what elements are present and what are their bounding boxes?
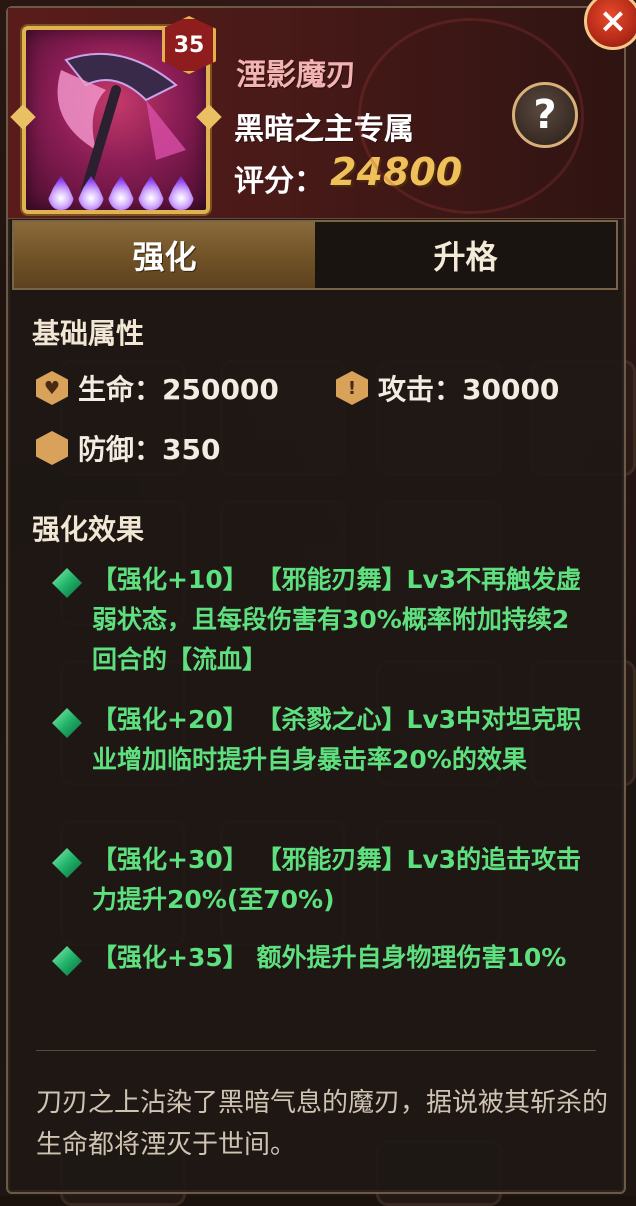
tab-enhance[interactable]: 强化	[14, 222, 315, 288]
item-exclusive-label: 黑暗之主专属	[234, 112, 414, 147]
divider	[36, 1050, 596, 1051]
effect-text: 【强化+10】 【邪能刃舞】Lv3不再触发虚弱状态，且每段伤害有30%概率附加持…	[92, 565, 582, 674]
score-label: 评分：	[234, 164, 324, 199]
tab-bar: 强化 升格	[12, 220, 618, 290]
base-attributes-title: 基础属性	[32, 317, 145, 350]
tab-upgrade[interactable]: 升格	[315, 222, 616, 288]
flame-star-icon	[168, 176, 194, 210]
shield-icon	[36, 431, 68, 465]
stat-attack-label: 攻击：30000	[378, 373, 560, 406]
help-button[interactable]: ?	[512, 82, 578, 148]
item-detail-panel: 35 湮影魔刃 黑暗之主专属 评分： 24800 ? 强化 升格 基础属性 ♥ …	[6, 6, 626, 1194]
enhance-effects-title: 强化效果	[32, 513, 145, 546]
green-gem-icon	[52, 568, 82, 598]
effect-text: 【强化+20】 【杀戮之心】Lv3中对坦克职业增加临时提升自身暴击率20%的效果	[92, 705, 582, 774]
flame-star-icon	[108, 176, 134, 210]
item-name: 湮影魔刃	[236, 58, 356, 93]
item-description: 刀刃之上沾染了黑暗气息的魔刃，据说被其斩杀的生命都将湮灭于世间。	[36, 1088, 609, 1160]
sword-icon: !	[336, 371, 368, 405]
score-value: 24800	[330, 150, 463, 194]
flame-star-icon	[78, 176, 104, 210]
green-gem-icon	[52, 946, 82, 976]
flame-star-icon	[48, 176, 74, 210]
item-header: 35 湮影魔刃 黑暗之主专属 评分： 24800 ?	[8, 8, 624, 219]
effect-text: 【强化+35】 额外提升自身物理伤害10%	[92, 943, 567, 972]
effect-item: 【强化+30】 【邪能刃舞】Lv3的追击攻击力提升20%(至70%)	[52, 844, 592, 920]
star-flames	[48, 176, 194, 210]
stat-hp-label: 生命：250000	[78, 373, 279, 406]
effect-item: 【强化+35】 额外提升自身物理伤害10%	[52, 942, 592, 978]
flame-star-icon	[138, 176, 164, 210]
stat-hp: ♥ 生命：250000	[36, 368, 279, 408]
green-gem-icon	[52, 708, 82, 738]
effect-item: 【强化+20】 【杀戮之心】Lv3中对坦克职业增加临时提升自身暴击率20%的效果	[52, 704, 592, 780]
stat-attack: ! 攻击：30000	[336, 368, 559, 408]
effect-item: 【强化+10】 【邪能刃舞】Lv3不再触发虚弱状态，且每段伤害有30%概率附加持…	[52, 564, 592, 680]
stat-defense-label: 防御：350	[78, 433, 221, 466]
heart-icon: ♥	[36, 371, 68, 405]
green-gem-icon	[52, 848, 82, 878]
stat-defense: 防御：350	[36, 428, 220, 468]
effect-text: 【强化+30】 【邪能刃舞】Lv3的追击攻击力提升20%(至70%)	[92, 845, 582, 914]
